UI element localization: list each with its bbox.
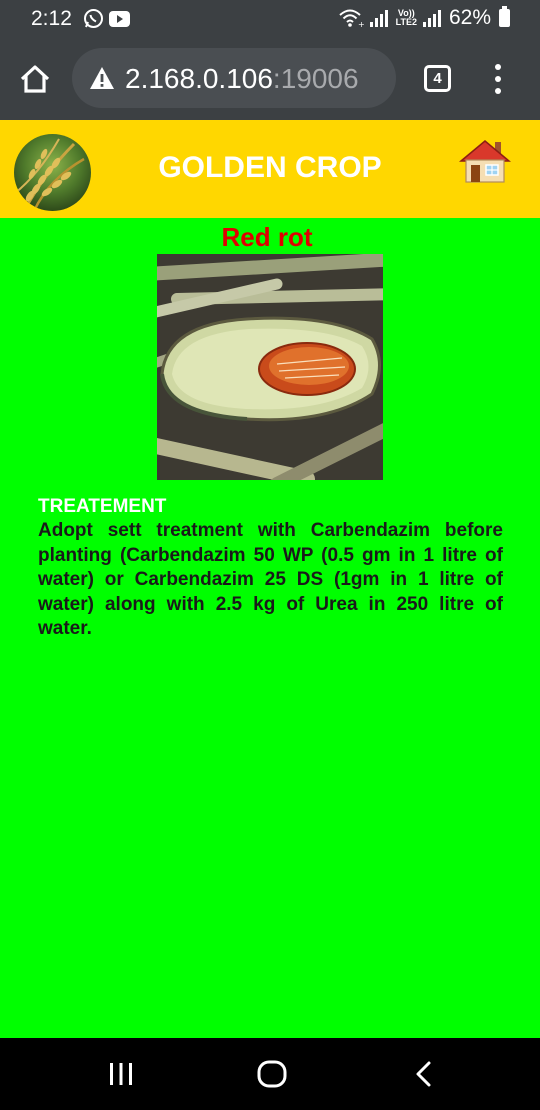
url-host: 2.168.0.106 (125, 63, 273, 94)
notification-icons (83, 8, 130, 29)
warning-icon[interactable] (89, 66, 115, 90)
system-indicators: + Vo)) LTE2 62% (338, 6, 510, 30)
red-rot-photo (157, 254, 383, 480)
system-nav-bar (0, 1038, 540, 1110)
url-port: :19006 (272, 63, 359, 94)
home-icon[interactable] (18, 62, 52, 96)
app-header: GOLDEN CROP (0, 120, 540, 218)
disease-title: Red rot (221, 222, 313, 252)
more-icon[interactable] (491, 64, 505, 94)
home-circle-icon[interactable] (257, 1060, 287, 1088)
wifi-icon: + (338, 9, 364, 28)
url-field[interactable]: 2.168.0.106:19006 (72, 48, 396, 108)
battery-icon (499, 6, 510, 27)
house-icon[interactable] (459, 138, 511, 184)
back-icon[interactable] (413, 1060, 435, 1088)
signal-icon-2 (422, 10, 441, 27)
signal-icon (369, 10, 388, 27)
status-bar: 2:12 + Vo)) LTE2 62% (0, 0, 540, 38)
lte-indicator: Vo)) LTE2 (396, 9, 417, 27)
status-time: 2:12 (31, 7, 72, 30)
battery-percent: 62% (448, 6, 491, 29)
treatment-text: Adopt sett treatment with Carbendazim be… (38, 520, 503, 639)
url-text[interactable]: 2.168.0.106:19006 (125, 63, 359, 95)
svg-text:+: + (358, 20, 364, 28)
treatment-heading: TREATEMENT (38, 496, 167, 517)
whatsapp-icon (84, 9, 103, 28)
lte-label: LTE2 (395, 17, 417, 27)
youtube-icon (109, 10, 130, 27)
tab-switcher-button[interactable]: 4 (424, 65, 451, 92)
recent-apps-icon[interactable] (108, 1062, 134, 1086)
browser-toolbar: 2.168.0.106:19006 4 (0, 38, 540, 120)
